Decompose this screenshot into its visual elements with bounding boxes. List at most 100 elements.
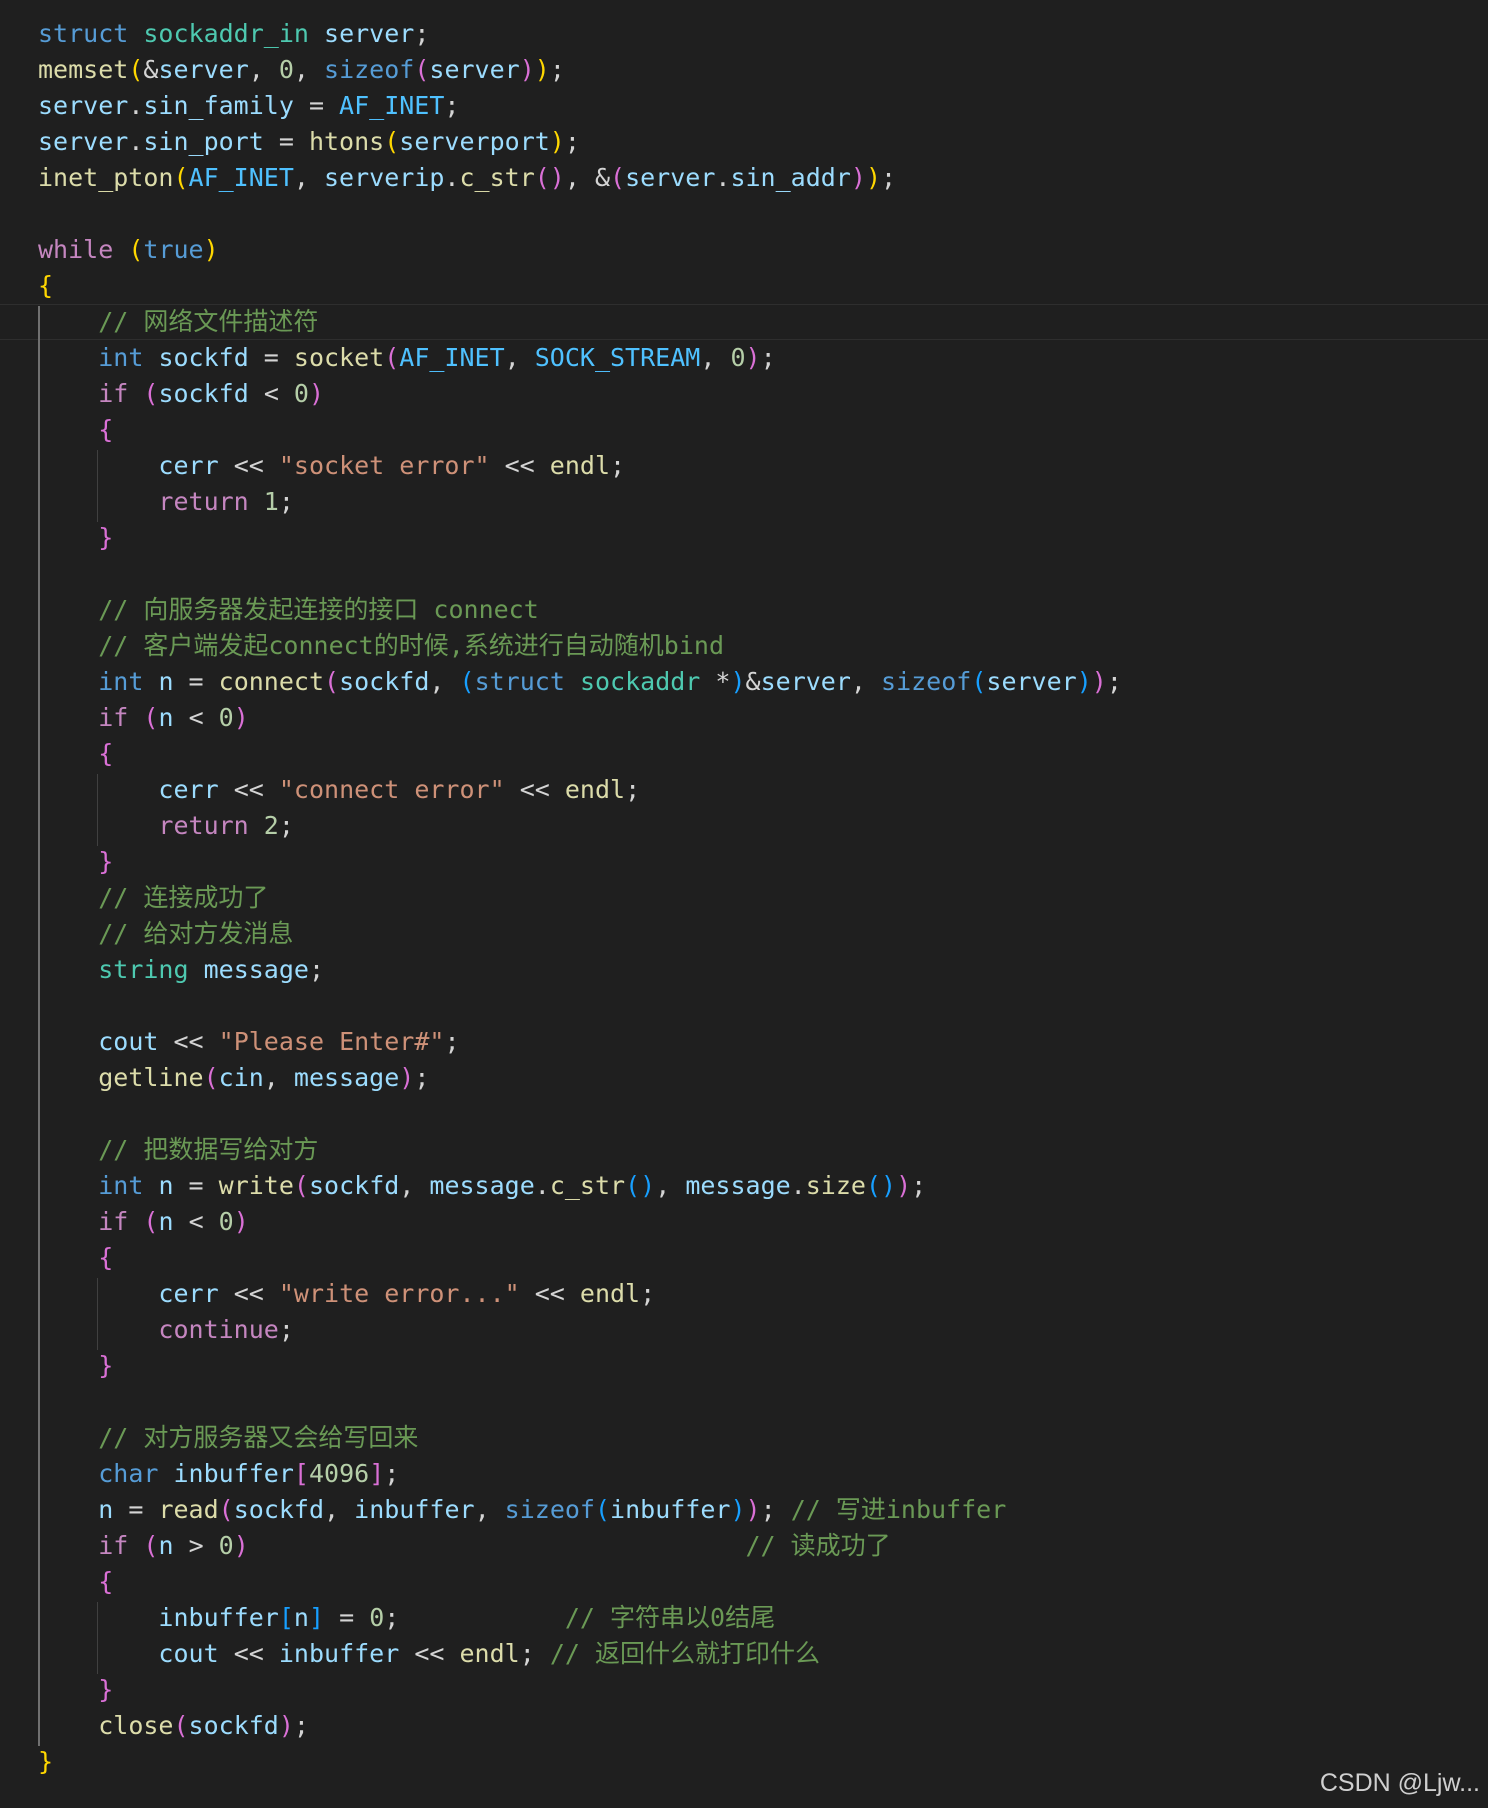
code-token: inbuffer (158, 1603, 279, 1632)
code-token: . (534, 1171, 550, 1200)
code-line: } (38, 1348, 113, 1384)
code-line: { (38, 268, 53, 304)
code-token: } (98, 1351, 114, 1380)
code-token: ] (308, 1603, 325, 1632)
code-token: ; (293, 1711, 309, 1740)
code-token: ( (173, 163, 189, 192)
code-token: ) (745, 1495, 761, 1524)
code-line: getline(cin, message); (38, 1060, 429, 1096)
code-editor[interactable]: struct sockaddr_in server; memset(&server… (0, 0, 1488, 1808)
code-token: ; (278, 487, 294, 516)
code-token: close (98, 1711, 174, 1740)
code-line: if (n < 0) (38, 1204, 249, 1240)
code-token: n (158, 1207, 174, 1236)
code-token: sockfd (233, 1495, 325, 1524)
code-token: ) (308, 379, 325, 408)
code-token: // 连接成功了 (98, 883, 269, 912)
code-token: return (158, 811, 249, 840)
code-token: "Please Enter#" (218, 1027, 445, 1056)
code-line: // 向服务器发起连接的接口 connect (38, 592, 539, 628)
code-token: // 写进inbuffer (790, 1495, 1007, 1524)
code-line: } (38, 1744, 53, 1780)
code-token: ( (459, 667, 475, 696)
code-token: size (805, 1171, 866, 1200)
code-token: ) (1091, 667, 1107, 696)
code-line: { (38, 1564, 113, 1600)
code-token: string (98, 955, 189, 984)
code-token: ; (881, 163, 897, 192)
code-token: cin (218, 1063, 264, 1092)
code-line: return 1; (38, 484, 294, 520)
code-token: ( (414, 55, 430, 84)
code-token: endl (579, 1279, 641, 1308)
code-token: ; (444, 1027, 460, 1056)
code-token: ( (143, 703, 159, 732)
code-token: ( (128, 235, 144, 264)
code-token: } (98, 847, 114, 876)
code-line: int sockfd = socket(AF_INET, SOCK_STREAM… (38, 340, 775, 376)
code-line: { (38, 412, 113, 448)
code-token: sin_family (143, 91, 294, 120)
code-token: c_str (549, 1171, 626, 1200)
code-token: inbuffer (278, 1639, 400, 1668)
code-token: message (203, 955, 309, 984)
code-token: 0 (293, 379, 309, 408)
code-token: ) (534, 55, 550, 84)
code-token: = (263, 127, 309, 156)
code-token: ; (640, 1279, 656, 1308)
code-line: } (38, 520, 113, 556)
code-token: { (98, 1243, 114, 1272)
code-token: AF_INET (188, 163, 294, 192)
code-token: struct (474, 667, 565, 696)
code-token: > (173, 1531, 219, 1560)
code-line: n = read(sockfd, inbuffer, sizeof(inbuff… (38, 1492, 1006, 1528)
code-token: getline (98, 1063, 204, 1092)
code-token: ) (745, 343, 761, 372)
code-token: , (399, 1171, 430, 1200)
code-token: sizeof (324, 55, 415, 84)
code-token: ) (865, 163, 881, 192)
code-token: 2 (263, 811, 279, 840)
code-token: () (625, 1171, 656, 1200)
code-line: continue; (38, 1312, 293, 1348)
code-token: ) (233, 703, 249, 732)
code-token: ; (911, 1171, 927, 1200)
code-token: ( (324, 667, 340, 696)
code-token: server (625, 163, 716, 192)
code-token: [ (278, 1603, 294, 1632)
code-token: & (745, 667, 761, 696)
code-token: ; (1106, 667, 1122, 696)
code-token: } (38, 1747, 54, 1776)
code-token: ; (610, 451, 626, 480)
code-token: { (98, 415, 114, 444)
code-token: ( (293, 1171, 309, 1200)
code-token: ( (218, 1495, 234, 1524)
code-line: // 对方服务器又会给写回来 (38, 1420, 418, 1456)
code-token: ) (1076, 667, 1092, 696)
code-token: sockfd (308, 1171, 400, 1200)
code-line: // 连接成功了 (38, 880, 268, 916)
code-token: ; (308, 955, 325, 984)
code-token: cout (158, 1639, 219, 1668)
code-token: << (218, 451, 279, 480)
code-line: cerr << "write error..." << endl; (38, 1276, 655, 1312)
code-token: inbuffer (173, 1459, 294, 1488)
code-token: ( (143, 1531, 159, 1560)
code-token: inbuffer (354, 1495, 475, 1524)
code-token: while (38, 235, 114, 264)
code-token: . (715, 163, 731, 192)
